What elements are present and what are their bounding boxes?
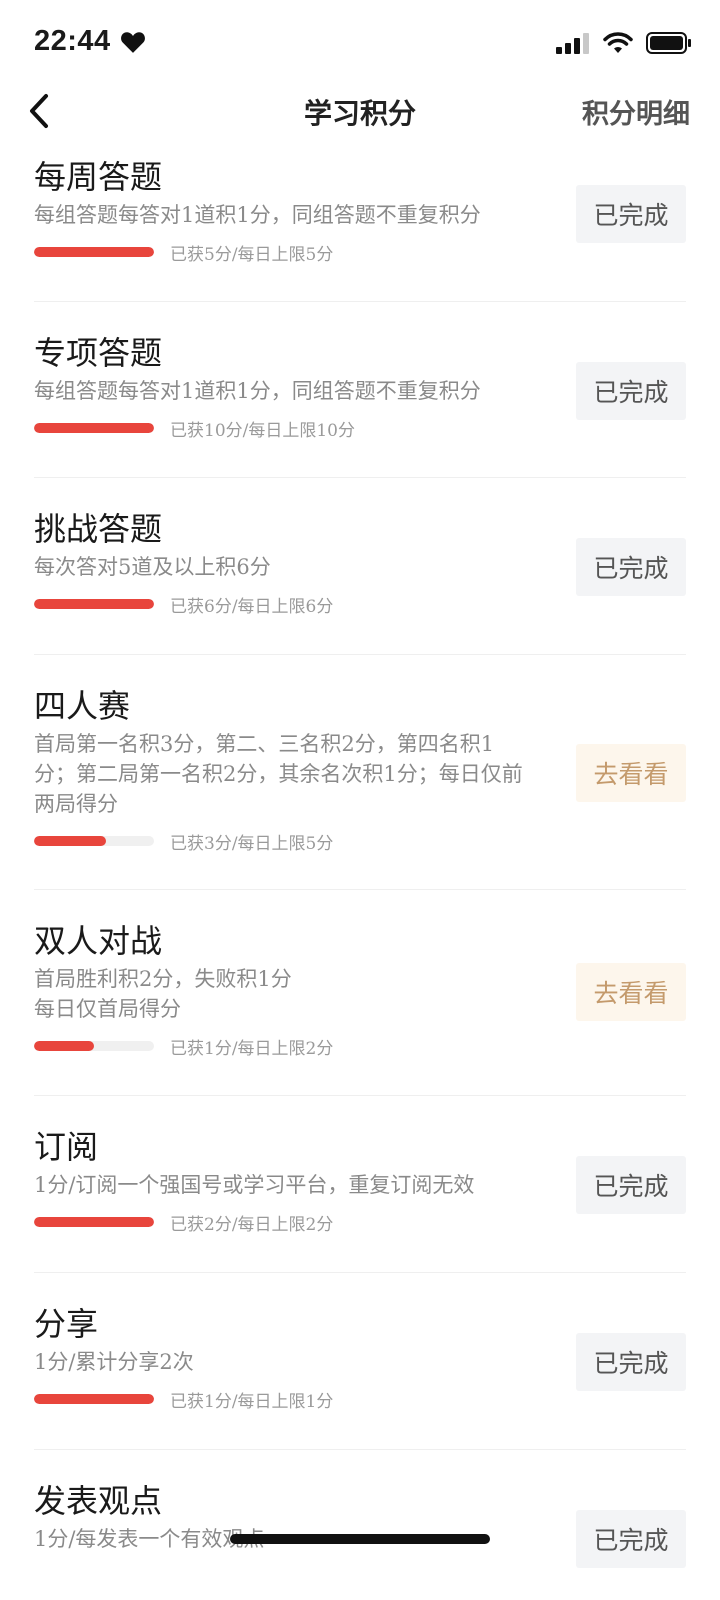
completed-button: 已完成 <box>576 538 686 596</box>
progress-fill <box>34 1041 94 1051</box>
progress-fill <box>34 836 106 846</box>
home-indicator <box>230 1534 490 1544</box>
task-item: 分享 1分/累计分享2次 已获1分/每日上限1分 已完成 <box>34 1273 686 1450</box>
progress-fill <box>34 1217 154 1227</box>
completed-button: 已完成 <box>576 185 686 243</box>
progress-bar <box>34 1394 154 1404</box>
task-progress: 已获1分/每日上限2分 <box>34 1032 686 1060</box>
task-item: 发表观点 1分/每发表一个有效观点 已完成 <box>34 1450 686 1600</box>
progress-bar <box>34 1217 154 1227</box>
progress-text: 已获2分/每日上限2分 <box>170 1214 334 1235</box>
wifi-icon <box>603 32 633 53</box>
task-item: 每周答题 每组答题每答对1道积1分，同组答题不重复积分 已获5分/每日上限5分 … <box>34 148 686 302</box>
status-bar: 22:44 <box>0 0 720 88</box>
points-detail-link[interactable]: 积分明细 <box>582 92 690 131</box>
status-time: 22:44 <box>34 25 111 57</box>
task-progress: 已获3分/每日上限5分 <box>34 827 686 855</box>
battery-icon <box>646 32 691 54</box>
progress-text: 已获3分/每日上限5分 <box>170 833 334 854</box>
task-item: 订阅 1分/订阅一个强国号或学习平台，重复订阅无效 已获2分/每日上限2分 已完… <box>34 1096 686 1273</box>
progress-fill <box>34 423 154 433</box>
progress-text: 已获5分/每日上限5分 <box>170 244 334 265</box>
status-icons <box>555 32 692 56</box>
progress-bar <box>34 423 154 433</box>
task-title: 双人对战 <box>34 922 163 960</box>
task-item: 专项答题 每组答题每答对1道积1分，同组答题不重复积分 已获10分/每日上限10… <box>34 302 686 478</box>
signal-icon <box>555 33 589 54</box>
task-desc: 每组答题每答对1道积1分，同组答题不重复积分 <box>34 379 481 403</box>
completed-button: 已完成 <box>576 1156 686 1214</box>
progress-bar <box>34 836 154 846</box>
progress-bar <box>34 247 154 257</box>
task-desc: 每次答对5道及以上积6分 <box>34 555 271 579</box>
task-item: 双人对战 首局胜利积2分，失败积1分 每日仅首局得分 已获1分/每日上限2分 去… <box>34 890 686 1096</box>
task-desc: 首局胜利积2分，失败积1分 每日仅首局得分 <box>34 967 292 1021</box>
task-item: 四人赛 首局第一名积3分，第二、三名积2分，第四名积1分；第二局第一名积2分，其… <box>34 655 686 890</box>
progress-text: 已获1分/每日上限2分 <box>170 1038 334 1059</box>
task-desc: 1分/累计分享2次 <box>34 1350 194 1374</box>
progress-fill <box>34 599 154 609</box>
heart-icon <box>121 32 145 53</box>
task-desc: 首局第一名积3分，第二、三名积2分，第四名积1分；第二局第一名积2分，其余名次积… <box>34 732 523 816</box>
nav-bar: 学习积分 积分明细 <box>0 88 720 148</box>
go-see-button[interactable]: 去看看 <box>576 963 686 1021</box>
task-item: 挑战答题 每次答对5道及以上积6分 已获6分/每日上限6分 已完成 <box>34 478 686 655</box>
go-see-button[interactable]: 去看看 <box>576 744 686 802</box>
completed-button: 已完成 <box>576 362 686 420</box>
completed-button: 已完成 <box>576 1510 686 1568</box>
progress-text: 已获10分/每日上限10分 <box>170 420 355 441</box>
task-desc: 每组答题每答对1道积1分，同组答题不重复积分 <box>34 203 481 227</box>
progress-bar <box>34 599 154 609</box>
progress-fill <box>34 1394 154 1404</box>
task-title: 四人赛 <box>34 687 131 725</box>
progress-text: 已获1分/每日上限1分 <box>170 1391 334 1412</box>
progress-text: 已获6分/每日上限6分 <box>170 596 334 617</box>
task-list: 每周答题 每组答题每答对1道积1分，同组答题不重复积分 已获5分/每日上限5分 … <box>0 148 720 1600</box>
progress-fill <box>34 247 154 257</box>
progress-bar <box>34 1041 154 1051</box>
completed-button: 已完成 <box>576 1333 686 1391</box>
task-desc: 1分/订阅一个强国号或学习平台，重复订阅无效 <box>34 1173 475 1197</box>
